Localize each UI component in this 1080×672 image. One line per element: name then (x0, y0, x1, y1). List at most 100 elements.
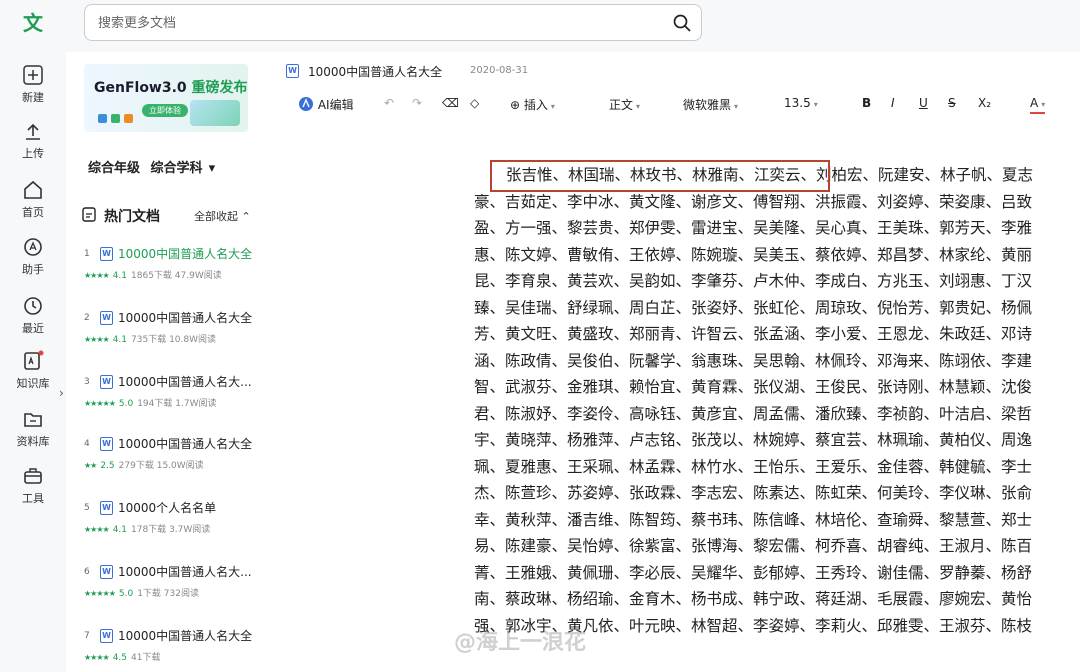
text-line: 臻、吴佳瑞、舒绿珮、周白芷、张姿妤、张虹伦、周琼玫、倪怡芳、郭贵妃、杨佩 (474, 298, 1033, 317)
banner-cta-button[interactable]: 立即体验 (142, 104, 188, 117)
bold-button[interactable]: B (862, 96, 871, 110)
app-icon (98, 114, 107, 123)
word-icon: W (100, 311, 113, 325)
nav-rail: 文 新建 上传 首页 助手 最近 知识库 资料库 工具 › (0, 0, 66, 672)
doc-item[interactable]: 1W 10000中国普通人名大全 ★★★★ 4.1 1865下载 47.9W阅读 (82, 244, 268, 288)
toolbox-icon (24, 468, 42, 484)
word-icon: W (100, 501, 113, 515)
text-line: 芳、黄文旺、黄盛玫、郑丽青、许智云、张孟涵、李小爱、王恩龙、朱政廷、邓诗 (474, 325, 1033, 343)
rail-assistant[interactable]: 助手 (0, 236, 66, 277)
insert-menu[interactable]: ⊕ 插入 ▾ (510, 96, 555, 113)
ai-edit-button[interactable]: AI编辑 (298, 96, 354, 113)
collapse-all-button[interactable]: 全部收起 ⌃ (194, 208, 251, 224)
rail-label: 最近 (22, 322, 44, 335)
text-line: 幸、黄秋萍、潘吉维、陈智筠、蔡书玮、陈信峰、林培伦、查瑜舜、黎慧萱、郑士 (474, 510, 1033, 529)
style-select[interactable]: 正文 ▾ (609, 96, 640, 113)
word-icon: W (100, 375, 113, 389)
app-logo[interactable]: 文 (20, 10, 46, 36)
format-toolbar: AI编辑 ↶ ↷ ⌫ ◇ ⊕ 插入 ▾ 正文 ▾ 微软雅黑 ▾ 13.5 ▾ B I U… (272, 92, 1080, 120)
home-icon (24, 180, 42, 199)
rail-recent[interactable]: 最近 (0, 295, 66, 336)
rail-label: 新建 (22, 91, 44, 104)
rail-label: 首页 (22, 206, 44, 219)
word-icon: W (100, 565, 113, 579)
doc-item[interactable]: 4W 10000中国普通人名大全 ★★ 2.5 279下载 15.0W阅读 (82, 434, 268, 478)
text-line: 昆、李育泉、黄芸欢、吴韵如、李肇芬、卢木仲、李成白、方兆玉、刘翊惠、丁汉 (474, 272, 1033, 290)
text-line: 君、陈淑妤、李姿伶、高咏钰、黄彦宜、周孟儒、潘欣臻、李祯韵、叶洁启、梁哲 (474, 404, 1033, 423)
underline-button[interactable]: U (919, 96, 928, 110)
word-icon: W (286, 64, 299, 78)
text-line: 南、蔡政琳、杨绍瑜、金育木、杨书成、韩宁政、蒋廷湖、毛展霞、廖婉宏、黄怡 (474, 590, 1033, 608)
watermark: @海上一浪花 (454, 630, 587, 655)
filter-bar: 综合年级 综合学科 ▾ (88, 157, 221, 176)
doc-meta: ★★ 2.5 279下载 15.0W阅读 (84, 461, 204, 471)
subject-filter[interactable]: 综合学科 (151, 161, 203, 176)
text-line: 智、武淑芬、金雅琪、赖怡宜、黄育霖、张仪湖、王俊民、张诗刚、林慧颖、沈俊 (474, 378, 1033, 396)
assistant-icon (24, 238, 42, 256)
text-line: 杰、陈萱珍、苏姿婷、张政霖、李志宏、陈素达、陈虹荣、何美玲、李仪琳、张俞 (474, 484, 1033, 502)
text-line: 涵、陈政倩、吴俊伯、阮馨学、翁惠珠、吴思翰、林佩玲、邓海来、陈翊依、李建 (474, 351, 1033, 370)
doc-item[interactable]: 3W 10000中国普通人名大... ★★★★★ 5.0 194下载 1.7W阅读 (82, 372, 268, 416)
rail-home[interactable]: 首页 (0, 179, 66, 220)
doc-name: 10000中国普通人名大... (118, 375, 252, 389)
file-title[interactable]: 10000中国普通人名大全 (308, 63, 442, 80)
knowledge-icon (24, 350, 44, 370)
search-icon[interactable] (672, 13, 692, 33)
hot-docs-title: 热门文档 (104, 209, 160, 225)
upload-icon (26, 123, 40, 140)
promo-banner[interactable]: GenFlow3.0 重磅发布 立即体验 (84, 64, 248, 132)
rail-tools[interactable]: 工具 (0, 465, 66, 506)
strikethrough-button[interactable]: S (948, 96, 956, 110)
word-icon: W (100, 437, 113, 451)
doc-item[interactable]: 6W 10000中国普通人名大... ★★★★★ 5.0 1下载 732阅读 (82, 562, 268, 606)
doc-meta: ★★★★★ 5.0 1下载 732阅读 (84, 589, 199, 599)
rail-library[interactable]: 资料库 (0, 408, 66, 449)
rail-knowledge[interactable]: 知识库 (0, 350, 66, 391)
font-size-select[interactable]: 13.5 ▾ (784, 96, 818, 110)
doc-item[interactable]: 7W 10000中国普通人名大全 ★★★★ 4.5 41下载 (82, 626, 268, 670)
search-input[interactable] (98, 13, 658, 33)
text-line: 珮、夏雅惠、王采珮、林孟霖、林竹水、王怡乐、王爱乐、金佳蓉、韩健毓、李士 (474, 457, 1033, 476)
doc-meta: ★★★★ 4.5 41下载 (84, 653, 161, 663)
clock-icon (24, 297, 42, 315)
undo-icon[interactable]: ↶ (384, 96, 394, 110)
format-painter-icon[interactable]: ⌫ (442, 96, 459, 110)
banner-illustration (190, 100, 240, 126)
document-body[interactable]: 张吉惟、林国瑞、林玫书、林雅南、江奕云、刘柏宏、阮建安、林子帆、夏志 豪、吉茹定… (474, 162, 1066, 639)
ai-icon (299, 97, 313, 111)
doc-meta: ★★★★ 4.1 178下载 3.7W阅读 (84, 525, 211, 535)
doc-meta: ★★★★★ 5.0 194下载 1.7W阅读 (84, 399, 217, 409)
chevron-right-icon[interactable]: › (59, 386, 64, 400)
subscript-button[interactable]: X₂ (978, 96, 991, 110)
redo-icon[interactable]: ↷ (412, 96, 422, 110)
doc-item[interactable]: 5W 10000个人名名单 ★★★★ 4.1 178下载 3.7W阅读 (82, 498, 268, 542)
caret-down-icon[interactable]: ▾ (209, 161, 216, 176)
italic-button[interactable]: I (891, 96, 895, 110)
doc-item[interactable]: 2W 10000中国普通人名大全 ★★★★ 4.1 735下载 10.8W阅读 (82, 308, 268, 352)
doc-name: 10000中国普通人名大全 (118, 629, 253, 643)
hot-docs-panel: GenFlow3.0 重磅发布 立即体验 综合年级 综合学科 ▾ 热门文档 全部收… (66, 52, 272, 672)
doc-meta: ★★★★ 4.1 1865下载 47.9W阅读 (84, 271, 222, 281)
banner-title: GenFlow3.0 重磅发布 (94, 80, 248, 96)
doc-name: 10000中国普通人名大全 (118, 437, 253, 451)
doc-name: 10000中国普通人名大全 (118, 311, 253, 325)
word-icon: W (100, 247, 113, 261)
rail-upload[interactable]: 上传 (0, 120, 66, 161)
hot-docs-header: 热门文档 全部收起 ⌃ (82, 204, 262, 226)
document-icon (82, 207, 96, 222)
rail-new[interactable]: 新建 (0, 64, 66, 105)
plus-icon (23, 65, 43, 85)
font-color-button[interactable]: A ▾ (1030, 96, 1046, 114)
rail-label: 上传 (22, 147, 44, 160)
app-icon (124, 114, 133, 123)
rail-label: 助手 (22, 263, 44, 276)
text-line: 菁、王雅娥、黄佩珊、李必辰、吴耀华、彭郁婷、王秀玲、谢佳儒、罗静蓁、杨舒 (474, 563, 1033, 582)
word-icon: W (100, 629, 113, 643)
eraser-icon[interactable]: ◇ (470, 96, 479, 110)
font-select[interactable]: 微软雅黑 ▾ (683, 96, 738, 113)
grade-filter[interactable]: 综合年级 (88, 161, 140, 176)
text-line: 宇、黄晓萍、杨雅萍、卢志铭、张茂以、林婉婷、蔡宜芸、林珮瑜、黄柏仪、周逸 (474, 431, 1033, 449)
search-bar (84, 4, 702, 41)
doc-name: 10000个人名名单 (118, 501, 217, 515)
text-line: 惠、陈文婷、曹敏侑、王依婷、陈婉璇、吴美玉、蔡依婷、郑昌梦、林家纶、黄丽 (474, 245, 1033, 264)
